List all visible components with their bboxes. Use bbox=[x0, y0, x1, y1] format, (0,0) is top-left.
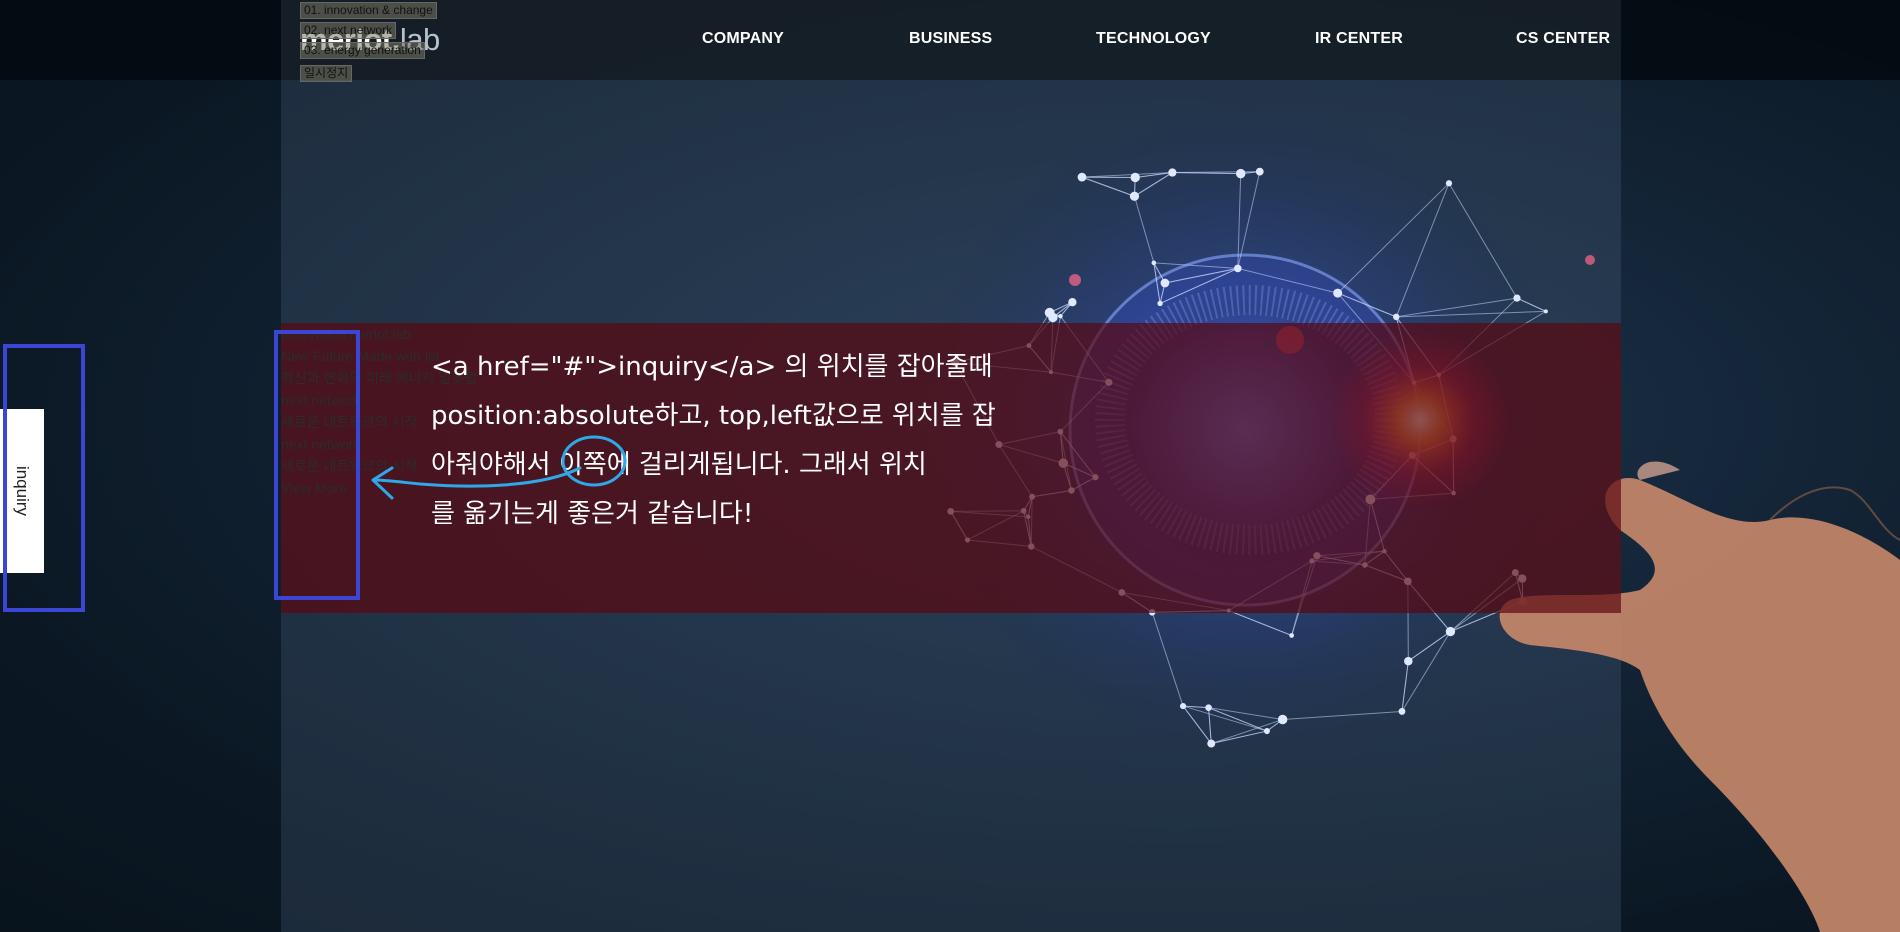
nav-business[interactable]: BUSINESS bbox=[909, 30, 992, 48]
annotation-line: position:absolute하고, top,left값으로 위치를 잡 bbox=[431, 401, 996, 431]
annotation-line: <a href="#">inquiry</a> 의 위치를 잡아줄때 bbox=[431, 352, 993, 382]
nav-company[interactable]: COMPANY bbox=[702, 30, 784, 48]
page-canvas: merlot.lab COMPANY BUSINESS TECHNOLOGY I… bbox=[0, 0, 1900, 932]
annotation-line: 를 옮기는게 좋은거 같습니다! bbox=[431, 499, 754, 529]
annotation-text: <a href="#">inquiry</a> 의 위치를 잡아줄때 posit… bbox=[431, 343, 1021, 539]
slide-tab-1[interactable]: 01. innovation & change bbox=[300, 2, 437, 19]
slide-tab-3[interactable]: 03. energy generation bbox=[300, 42, 425, 59]
pause-button[interactable]: 일시정지 bbox=[300, 65, 353, 82]
nav-technology[interactable]: TECHNOLOGY bbox=[1096, 30, 1211, 48]
slide-tab-2[interactable]: 02. next network bbox=[300, 22, 397, 39]
nav-cs-center[interactable]: CS CENTER bbox=[1516, 30, 1610, 48]
annotation-box-inquiry bbox=[3, 344, 85, 612]
nav-ir-center[interactable]: IR CENTER bbox=[1315, 30, 1403, 48]
slider-controls: 01. innovation & change 02. next network… bbox=[300, 2, 437, 85]
annotation-line: 아줘야해서 이쪽에 걸리게됩니다. 그래서 위치 bbox=[431, 450, 927, 480]
annotation-box-overlap bbox=[274, 330, 360, 600]
